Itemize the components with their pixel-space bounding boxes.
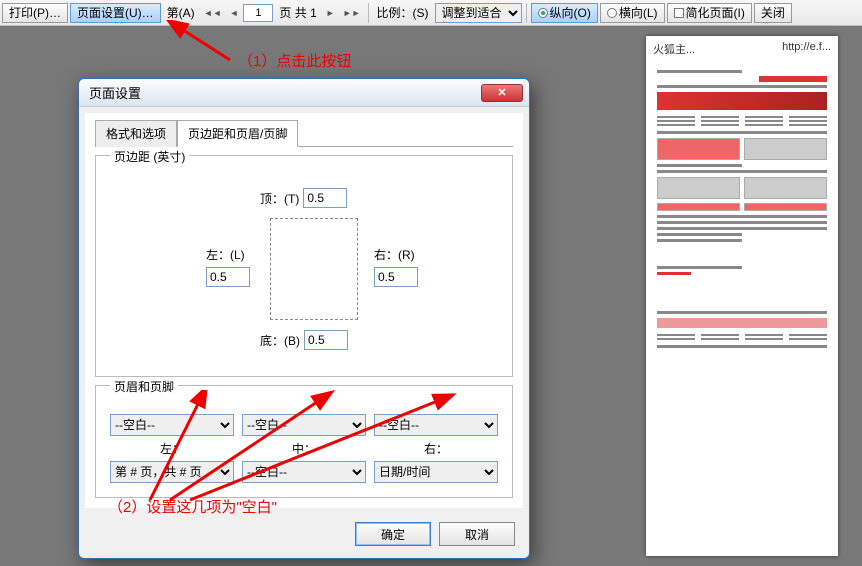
page-setup-dialog: 页面设置 ✕ 格式和选项 页边距和页眉/页脚 页边距 (英寸) 顶：(T) 左：… bbox=[78, 78, 530, 559]
left-label: 左：(L) bbox=[206, 246, 245, 263]
page-setup-button[interactable]: 页面设置(U)… bbox=[70, 3, 161, 23]
header-footer-fieldset: 页眉和页脚 --空白-- --空白-- --空白-- 左： 中： 右： 第 # … bbox=[95, 385, 513, 498]
radio-checked-icon bbox=[538, 8, 548, 18]
cancel-button[interactable]: 取消 bbox=[439, 522, 515, 546]
preview-header-right: http://e.f... bbox=[782, 41, 831, 57]
hf-legend: 页眉和页脚 bbox=[110, 378, 178, 395]
top-label: 顶：(T) bbox=[260, 190, 299, 207]
first-page-icon[interactable]: ◄◄ bbox=[201, 8, 225, 18]
header-right-select[interactable]: --空白-- bbox=[374, 414, 498, 436]
scale-select[interactable]: 调整到适合 bbox=[435, 3, 522, 23]
footer-center-select[interactable]: --空白-- bbox=[242, 461, 366, 483]
dialog-title: 页面设置 bbox=[89, 83, 141, 102]
margin-right-input[interactable] bbox=[374, 267, 418, 287]
margins-fieldset: 页边距 (英寸) 顶：(T) 左：(L) 右：(R) 底：(B) bbox=[95, 155, 513, 377]
footer-left-select[interactable]: 第 # 页，共 # 页 bbox=[110, 461, 234, 483]
scale-label: 比例：(S) bbox=[373, 4, 433, 21]
print-preview-toolbar: 打印(P)… 页面设置(U)… 第(A) ◄◄ ◄ 页 共 1 ► ►► 比例：… bbox=[0, 0, 862, 26]
annotation-arrow-icon bbox=[120, 20, 240, 70]
simplify-toggle[interactable]: 简化页面(I) bbox=[667, 3, 752, 23]
bottom-label: 底：(B) bbox=[260, 332, 300, 349]
annotation-1: （1）点击此按钮 bbox=[238, 50, 351, 71]
checkbox-icon bbox=[674, 8, 684, 18]
prev-page-icon[interactable]: ◄ bbox=[227, 8, 242, 18]
next-page-icon[interactable]: ► bbox=[323, 8, 338, 18]
page-label: 第(A) bbox=[163, 4, 199, 21]
last-page-icon[interactable]: ►► bbox=[340, 8, 364, 18]
preview-header-left: 火狐主... bbox=[653, 41, 695, 57]
separator bbox=[368, 3, 369, 23]
header-center-select[interactable]: --空白-- bbox=[242, 414, 366, 436]
header-left-select[interactable]: --空白-- bbox=[110, 414, 234, 436]
col-right-label: 右： bbox=[374, 440, 498, 457]
margins-legend: 页边距 (英寸) bbox=[110, 148, 189, 165]
tab-margins[interactable]: 页边距和页眉/页脚 bbox=[177, 120, 298, 147]
ok-button[interactable]: 确定 bbox=[355, 522, 431, 546]
page-of-label: 页 共 1 bbox=[275, 4, 320, 21]
close-icon[interactable]: ✕ bbox=[481, 84, 523, 102]
col-center-label: 中： bbox=[242, 440, 366, 457]
margin-top-input[interactable] bbox=[303, 188, 347, 208]
footer-right-select[interactable]: 日期/时间 bbox=[374, 461, 498, 483]
page-outline-icon bbox=[270, 218, 358, 320]
page-number-input[interactable] bbox=[243, 4, 273, 22]
portrait-toggle[interactable]: 纵向(O) bbox=[531, 3, 598, 23]
print-button[interactable]: 打印(P)… bbox=[2, 3, 68, 23]
landscape-toggle[interactable]: 横向(L) bbox=[600, 3, 665, 23]
separator bbox=[526, 3, 527, 23]
close-button[interactable]: 关闭 bbox=[754, 3, 792, 23]
radio-icon bbox=[607, 8, 617, 18]
tab-format[interactable]: 格式和选项 bbox=[95, 120, 177, 147]
col-left-label: 左： bbox=[110, 440, 234, 457]
right-label: 右：(R) bbox=[374, 246, 415, 263]
margin-left-input[interactable] bbox=[206, 267, 250, 287]
margin-bottom-input[interactable] bbox=[304, 330, 348, 350]
page-preview: 火狐主... http://e.f... bbox=[646, 36, 838, 556]
